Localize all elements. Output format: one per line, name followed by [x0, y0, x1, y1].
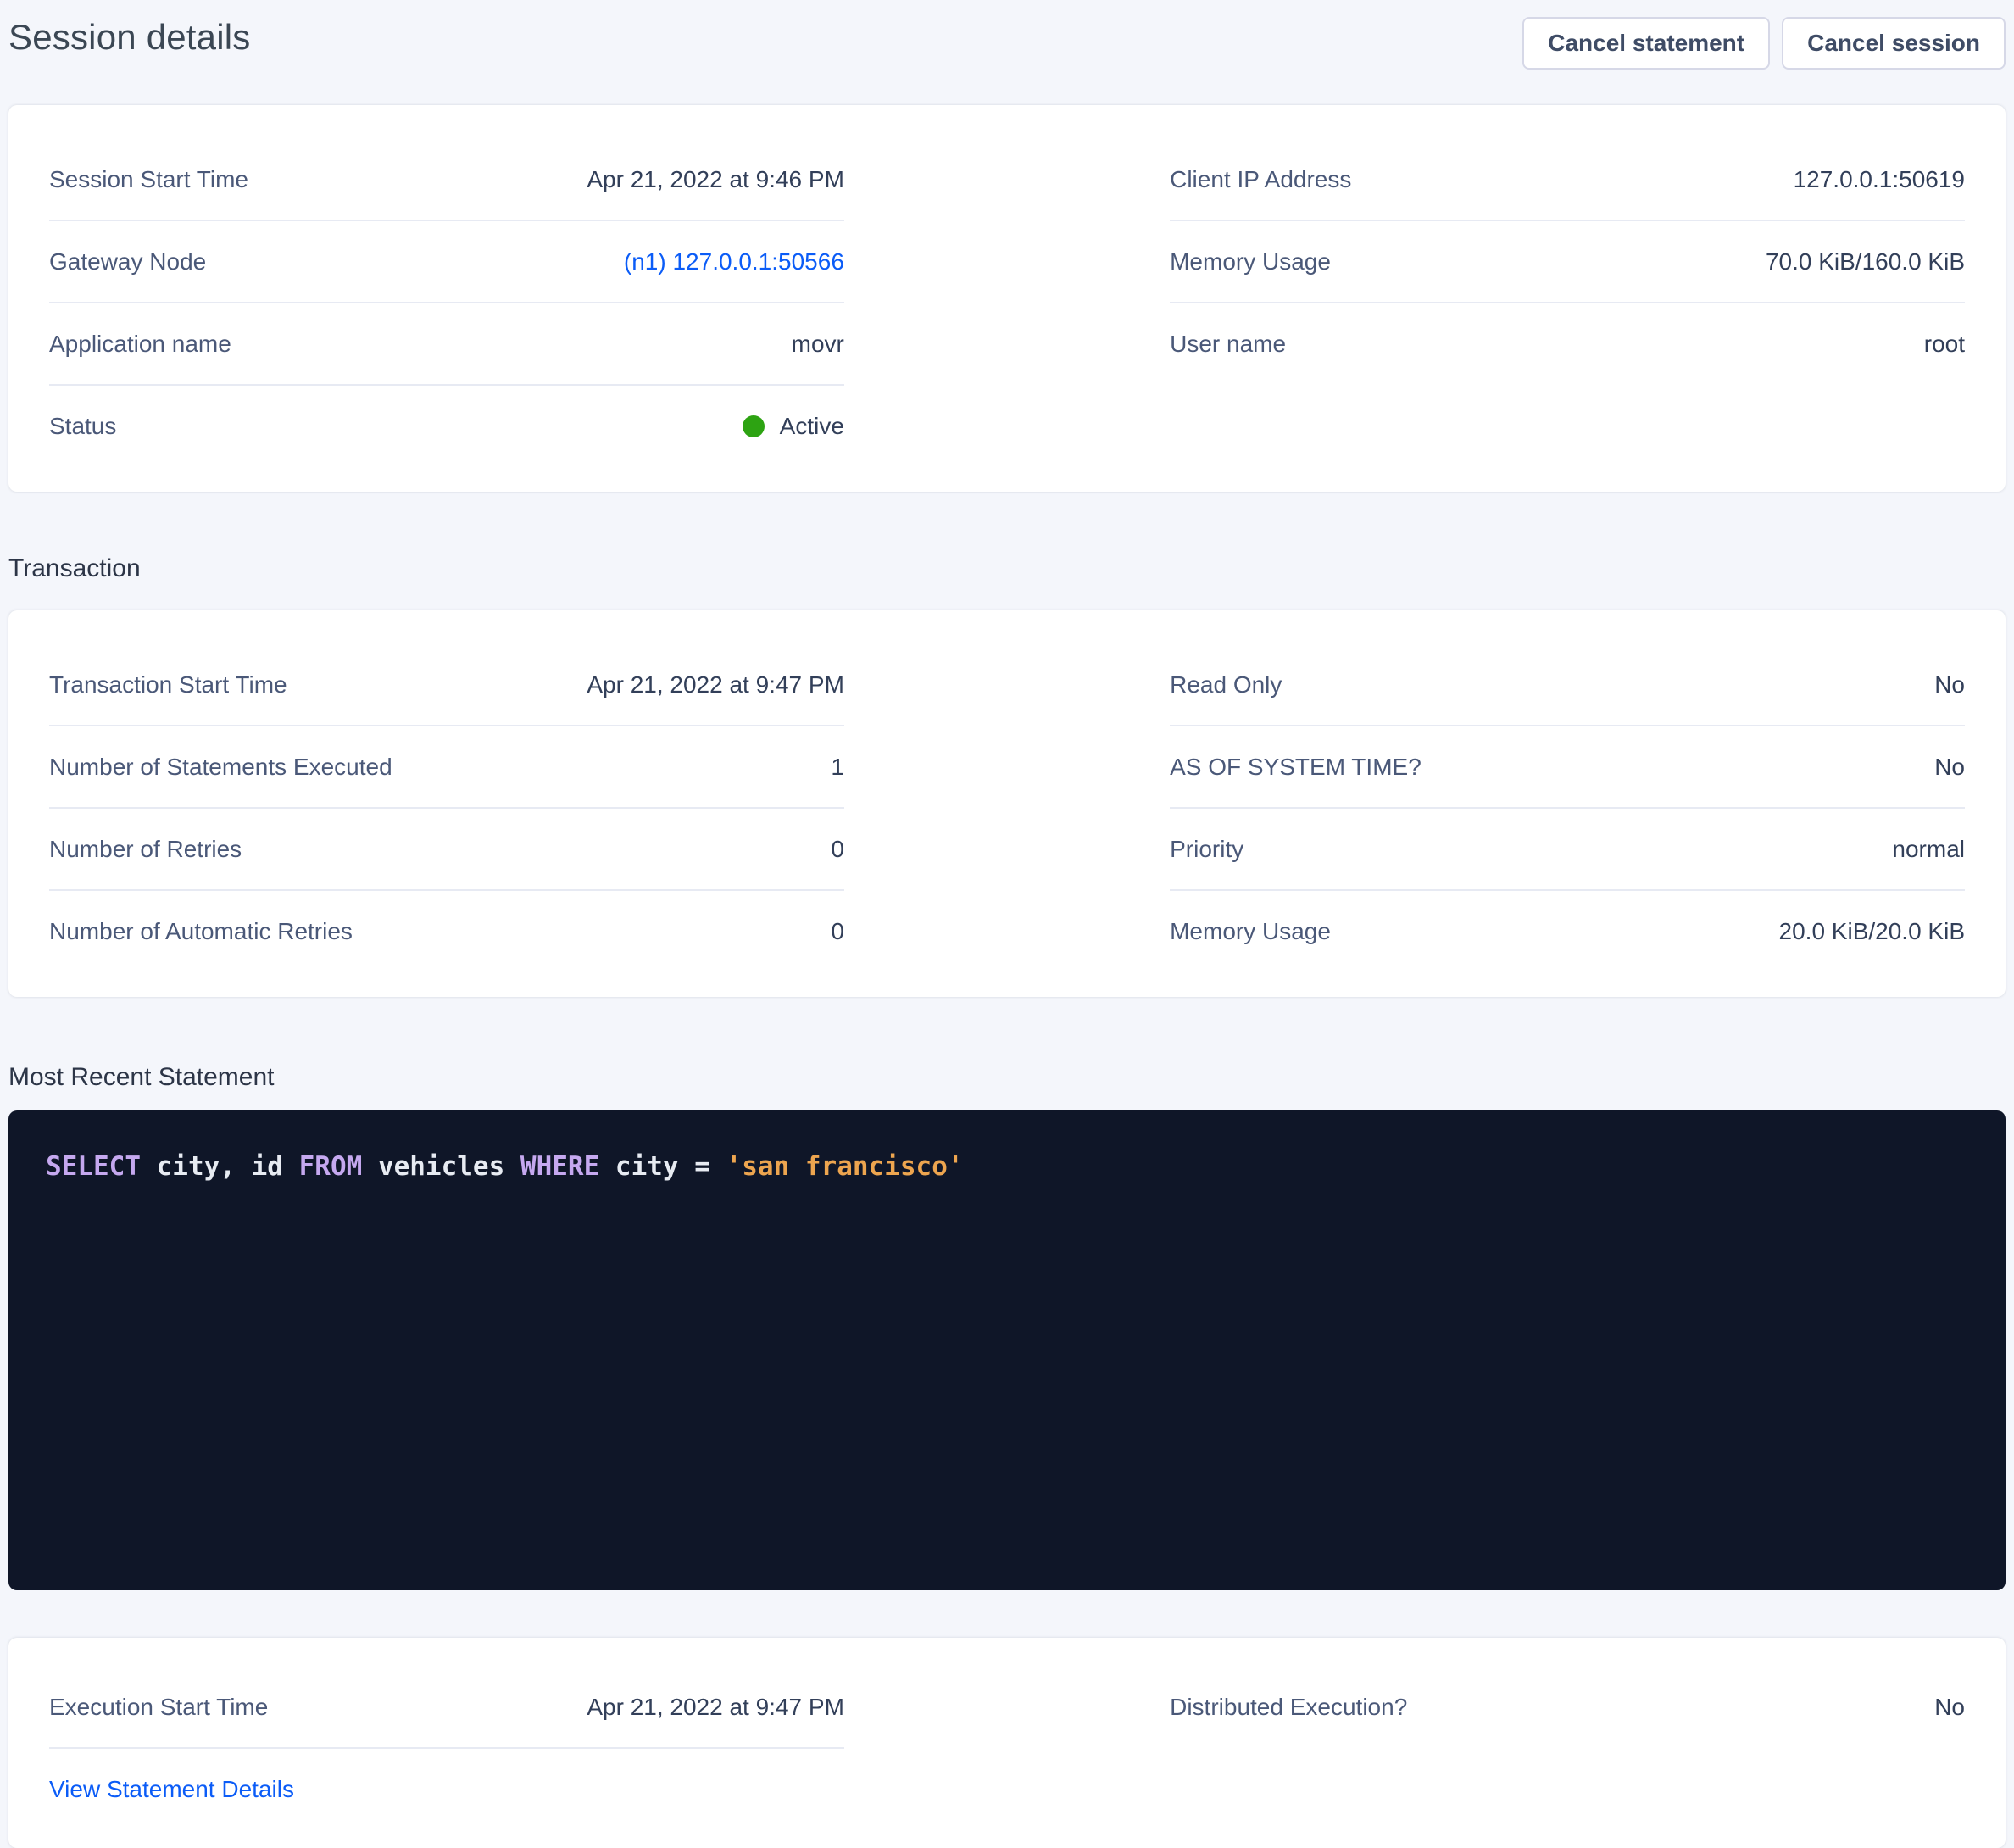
row-value: Apr 21, 2022 at 9:46 PM: [587, 164, 844, 195]
sql-plain: city, id: [141, 1151, 299, 1182]
session-summary-right-column: Client IP Address 127.0.0.1:50619 Memory…: [1170, 139, 1965, 466]
sql-keyword: SELECT: [46, 1151, 141, 1182]
row-label: User name: [1170, 328, 1286, 359]
transaction-memory-usage-row: Memory Usage 20.0 KiB/20.0 KiB: [1170, 891, 1965, 971]
view-statement-details-row: View Statement Details: [49, 1749, 844, 1829]
sql-plain: vehicles: [362, 1151, 520, 1182]
execution-card: Execution Start Time Apr 21, 2022 at 9:4…: [8, 1638, 2006, 1848]
row-label: Gateway Node: [49, 246, 206, 277]
header-actions: Cancel statement Cancel session: [1522, 14, 2006, 70]
row-label: Application name: [49, 328, 231, 359]
row-value: Apr 21, 2022 at 9:47 PM: [587, 669, 844, 700]
row-label: Memory Usage: [1170, 246, 1331, 277]
row-value: 1: [831, 751, 844, 782]
read-only-row: Read Only No: [1170, 644, 1965, 726]
statement-section-heading: Most Recent Statement: [8, 1061, 2006, 1094]
cancel-statement-button[interactable]: Cancel statement: [1522, 17, 1770, 70]
row-label: Number of Statements Executed: [49, 751, 392, 782]
retries-row: Number of Retries 0: [49, 809, 844, 891]
row-label: Number of Retries: [49, 833, 242, 865]
application-name-row: Application name movr: [49, 303, 844, 386]
page-title: Session details: [8, 14, 251, 61]
transaction-section-heading: Transaction: [8, 553, 2006, 585]
sql-keyword: FROM: [299, 1151, 363, 1182]
gateway-node-row: Gateway Node (n1) 127.0.0.1:50566: [49, 221, 844, 303]
row-value: No: [1934, 1691, 1965, 1723]
row-label: Session Start Time: [49, 164, 248, 195]
statements-executed-row: Number of Statements Executed 1: [49, 726, 844, 809]
sql-statement-text: SELECT city, id FROM vehicles WHERE city…: [46, 1149, 1968, 1183]
row-label: Distributed Execution?: [1170, 1691, 1407, 1723]
gateway-node-link[interactable]: (n1) 127.0.0.1:50566: [624, 246, 844, 277]
session-start-time-row: Session Start Time Apr 21, 2022 at 9:46 …: [49, 139, 844, 221]
status-text: Active: [780, 410, 844, 442]
client-ip-row: Client IP Address 127.0.0.1:50619: [1170, 139, 1965, 221]
row-label: Memory Usage: [1170, 916, 1331, 947]
row-value: 70.0 KiB/160.0 KiB: [1766, 246, 1965, 277]
row-label: Read Only: [1170, 669, 1282, 700]
row-label: Status: [49, 410, 116, 442]
row-value: 127.0.0.1:50619: [1794, 164, 1965, 195]
row-label: Execution Start Time: [49, 1691, 268, 1723]
row-value: normal: [1892, 833, 1965, 865]
session-summary-left-column: Session Start Time Apr 21, 2022 at 9:46 …: [49, 139, 844, 466]
row-value: No: [1934, 751, 1965, 782]
row-value: root: [1924, 328, 1965, 359]
automatic-retries-row: Number of Automatic Retries 0: [49, 891, 844, 971]
sql-keyword: WHERE: [520, 1151, 599, 1182]
priority-row: Priority normal: [1170, 809, 1965, 891]
row-label: Priority: [1170, 833, 1243, 865]
row-label: Client IP Address: [1170, 164, 1351, 195]
execution-left-column: Execution Start Time Apr 21, 2022 at 9:4…: [49, 1667, 844, 1829]
sql-string-literal: 'san francisco': [726, 1151, 964, 1182]
sql-statement-box: SELECT city, id FROM vehicles WHERE city…: [8, 1110, 2006, 1590]
user-name-row: User name root: [1170, 303, 1965, 384]
row-value: No: [1934, 669, 1965, 700]
row-value: 0: [831, 833, 844, 865]
row-value: movr: [792, 328, 844, 359]
row-label: AS OF SYSTEM TIME?: [1170, 751, 1421, 782]
row-value: Apr 21, 2022 at 9:47 PM: [587, 1691, 844, 1723]
status-value: Active: [743, 410, 844, 442]
session-memory-usage-row: Memory Usage 70.0 KiB/160.0 KiB: [1170, 221, 1965, 303]
transaction-right-column: Read Only No AS OF SYSTEM TIME? No Prior…: [1170, 644, 1965, 971]
transaction-card: Transaction Start Time Apr 21, 2022 at 9…: [8, 610, 2006, 997]
as-of-system-time-row: AS OF SYSTEM TIME? No: [1170, 726, 1965, 809]
session-details-page: Session details Cancel statement Cancel …: [0, 0, 2014, 1848]
execution-right-column: Distributed Execution? No: [1170, 1667, 1965, 1829]
row-value: 0: [831, 916, 844, 947]
distributed-execution-row: Distributed Execution? No: [1170, 1667, 1965, 1747]
status-active-dot-icon: [743, 415, 765, 437]
sql-plain: city =: [599, 1151, 726, 1182]
row-label: Transaction Start Time: [49, 669, 287, 700]
page-header: Session details Cancel statement Cancel …: [8, 14, 2006, 70]
session-summary-card: Session Start Time Apr 21, 2022 at 9:46 …: [8, 105, 2006, 492]
view-statement-details-link[interactable]: View Statement Details: [49, 1773, 294, 1805]
status-row: Status Active: [49, 386, 844, 466]
cancel-session-button[interactable]: Cancel session: [1782, 17, 2006, 70]
transaction-left-column: Transaction Start Time Apr 21, 2022 at 9…: [49, 644, 844, 971]
row-value: 20.0 KiB/20.0 KiB: [1779, 916, 1965, 947]
execution-start-time-row: Execution Start Time Apr 21, 2022 at 9:4…: [49, 1667, 844, 1749]
transaction-start-time-row: Transaction Start Time Apr 21, 2022 at 9…: [49, 644, 844, 726]
row-label: Number of Automatic Retries: [49, 916, 353, 947]
